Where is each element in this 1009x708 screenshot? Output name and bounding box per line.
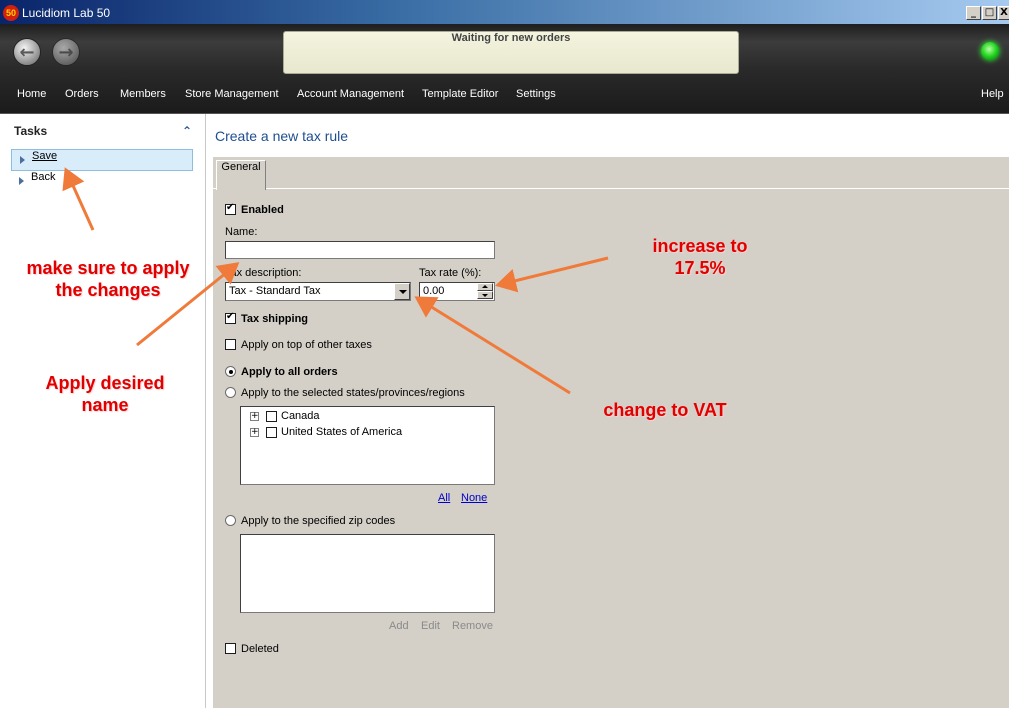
enabled-label: Enabled xyxy=(241,204,284,216)
spin-up-icon[interactable] xyxy=(477,283,493,291)
zip-codes-list[interactable] xyxy=(240,534,495,613)
tax-description-label: Tax description: xyxy=(225,267,302,279)
apply-all-orders-label: Apply to all orders xyxy=(241,366,338,378)
select-none-link[interactable]: None xyxy=(461,492,487,504)
tasks-heading: Tasks xyxy=(14,124,48,138)
order-status-panel: Waiting for new orders xyxy=(283,31,739,74)
annotation-apply-changes: make sure to apply the changes xyxy=(26,258,190,300)
expand-plus-icon[interactable]: + xyxy=(250,428,259,437)
collapse-chevron-icon[interactable]: ⌃ xyxy=(182,124,192,138)
select-all-link[interactable]: All xyxy=(438,492,450,504)
menu-template-editor[interactable]: Template Editor xyxy=(422,88,498,100)
tax-shipping-label: Tax shipping xyxy=(241,313,309,325)
region-label: Canada xyxy=(281,410,320,422)
tab-general[interactable]: General xyxy=(216,160,266,190)
connection-status-light-icon xyxy=(981,42,999,60)
annotation-apply-name: Apply desired name xyxy=(45,373,165,415)
minimize-button[interactable]: _ xyxy=(966,6,981,20)
add-zip-button[interactable]: Add xyxy=(389,620,409,632)
expand-plus-icon[interactable]: + xyxy=(250,412,259,421)
tax-description-select[interactable]: Tax - Standard Tax xyxy=(225,282,411,301)
spin-down-icon[interactable] xyxy=(477,291,493,299)
regions-tree[interactable]: + Canada + United States of America xyxy=(240,406,495,485)
tax-rate-label: Tax rate (%): xyxy=(419,267,482,279)
tax-rule-form: General Enabled Name: Tax description: T… xyxy=(213,157,1009,708)
name-label: Name: xyxy=(225,226,258,238)
main-menu: Home Orders Members Store Management Acc… xyxy=(0,86,1009,106)
deleted-label: Deleted xyxy=(241,643,279,655)
menu-help[interactable]: Help xyxy=(981,88,1004,100)
region-checkbox[interactable] xyxy=(266,427,277,438)
close-button[interactable]: X xyxy=(998,6,1009,20)
apply-zip-codes-label: Apply to the specified zip codes xyxy=(241,515,396,527)
menu-settings[interactable]: Settings xyxy=(516,88,556,100)
apply-zip-codes-radio[interactable] xyxy=(225,515,236,526)
region-label: United States of America xyxy=(281,426,403,438)
remove-zip-button[interactable]: Remove xyxy=(452,620,493,632)
name-input[interactable] xyxy=(225,241,495,259)
menu-members[interactable]: Members xyxy=(120,88,166,100)
apply-all-orders-radio[interactable] xyxy=(225,366,236,377)
enabled-checkbox[interactable] xyxy=(225,202,236,215)
annotation-change-vat: change to VAT xyxy=(603,400,727,420)
app-logo-icon: 50 xyxy=(3,5,19,21)
apply-on-top-checkbox[interactable] xyxy=(225,339,236,350)
edit-zip-button[interactable]: Edit xyxy=(421,620,440,632)
task-back-label: Back xyxy=(31,171,56,183)
menu-store-management[interactable]: Store Management xyxy=(185,88,279,100)
menu-account-management[interactable]: Account Management xyxy=(297,88,404,100)
region-checkbox[interactable] xyxy=(266,411,277,422)
app-header: ← → Waiting for new orders Home Orders M… xyxy=(0,24,1009,114)
maximize-button[interactable]: □ xyxy=(982,6,997,20)
task-save-label: Save xyxy=(32,150,58,162)
task-save[interactable]: Save xyxy=(11,149,193,171)
window-title: Lucidiom Lab 50 xyxy=(22,6,111,20)
tab-strip: General xyxy=(213,157,1009,190)
page-title: Create a new tax rule xyxy=(215,128,349,144)
apply-selected-regions-label: Apply to the selected states/provinces/r… xyxy=(241,387,465,399)
triangle-right-icon xyxy=(20,156,25,164)
triangle-right-icon xyxy=(19,177,24,185)
deleted-checkbox[interactable] xyxy=(225,643,236,654)
apply-on-top-label: Apply on top of other taxes xyxy=(241,339,372,351)
dropdown-arrow-icon[interactable] xyxy=(394,283,410,300)
app-window: 50 Lucidiom Lab 50 _ □ X ← → Waiting for… xyxy=(0,0,1009,708)
menu-orders[interactable]: Orders xyxy=(65,88,99,100)
tax-shipping-checkbox[interactable] xyxy=(225,311,236,324)
title-bar: 50 Lucidiom Lab 50 _ □ X xyxy=(0,0,1009,24)
back-arrow-icon[interactable]: ← xyxy=(13,38,41,66)
menu-home[interactable]: Home xyxy=(17,88,46,100)
forward-arrow-icon[interactable]: → xyxy=(52,38,80,66)
apply-selected-regions-radio[interactable] xyxy=(225,387,236,398)
task-back[interactable]: Back xyxy=(11,171,193,193)
annotation-increase-rate: increase to 17.5% xyxy=(652,236,748,278)
